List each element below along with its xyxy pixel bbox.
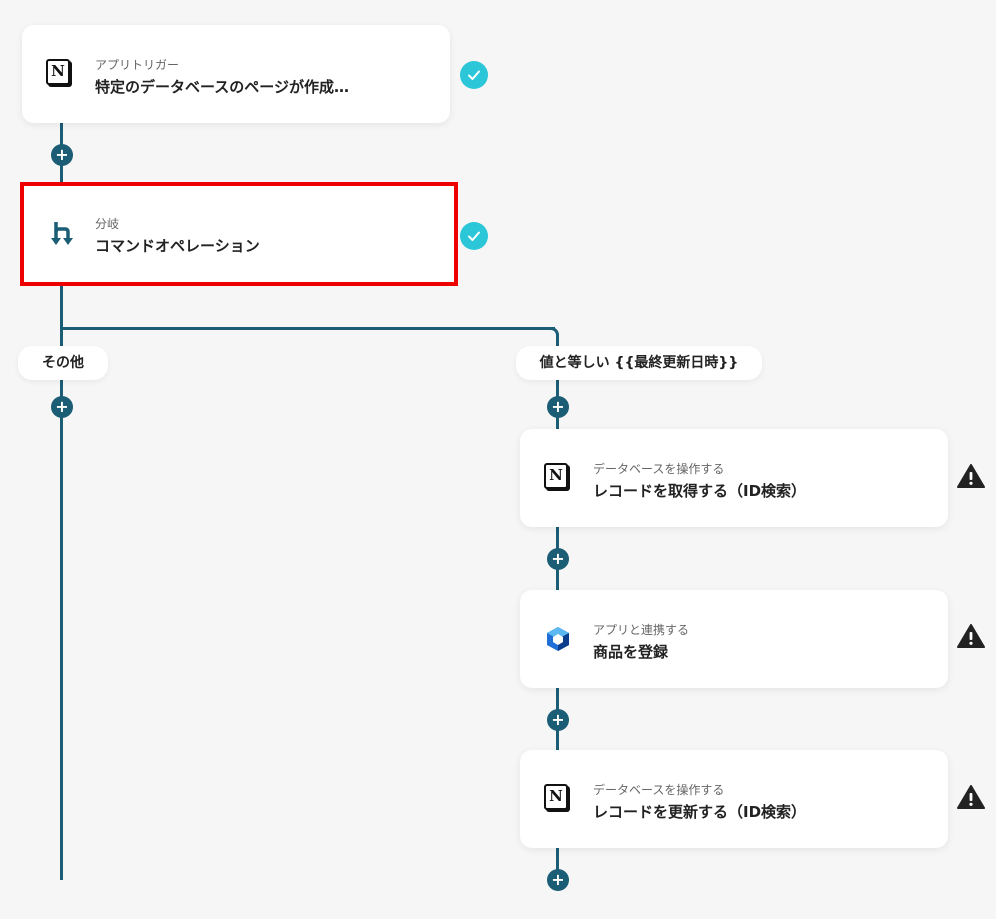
add-step-button[interactable]: + [547,869,569,891]
warning-icon [957,623,985,649]
warning-icon [957,784,985,810]
step-card-update-record[interactable]: N データベースを操作する レコードを更新する（ID検索） [520,750,948,848]
step-subtitle: データベースを操作する [593,462,725,476]
branch-label-other[interactable]: その他 [18,346,108,380]
step-card-register-product[interactable]: アプリと連携する 商品を登録 [520,590,948,688]
add-step-button[interactable]: + [547,709,569,731]
cube-app-icon [544,624,572,654]
add-step-button[interactable]: + [547,396,569,418]
add-step-button[interactable]: + [51,396,73,418]
connector-branch-horizontal [60,327,555,330]
step-title: レコードを取得する（ID検索） [593,482,807,500]
notion-icon: N [544,784,572,814]
step-card-trigger[interactable]: N アプリトリガー 特定のデータベースのページが作成… [22,25,450,123]
step-title: コマンドオペレーション [95,237,260,255]
step-subtitle: データベースを操作する [593,783,725,797]
step-title: 特定のデータベースのページが作成… [95,78,349,96]
step-card-get-record[interactable]: N データベースを操作する レコードを取得する（ID検索） [520,429,948,527]
step-card-branch[interactable]: 分岐 コマンドオペレーション [20,182,458,286]
check-icon [460,61,488,89]
notion-icon: N [544,463,572,493]
add-step-button[interactable]: + [51,144,73,166]
notion-icon: N [46,59,74,89]
step-subtitle: 分岐 [95,217,120,231]
step-title: 商品を登録 [593,643,669,661]
add-step-button[interactable]: + [547,548,569,570]
step-subtitle: アプリと連携する [593,623,690,637]
step-subtitle: アプリトリガー [95,58,180,72]
warning-icon [957,463,985,489]
branch-label-condition[interactable]: 値と等しい {{最終更新日時}} [516,346,762,380]
check-icon [460,222,488,250]
step-title: レコードを更新する（ID検索） [593,803,807,821]
branch-icon [48,220,76,250]
